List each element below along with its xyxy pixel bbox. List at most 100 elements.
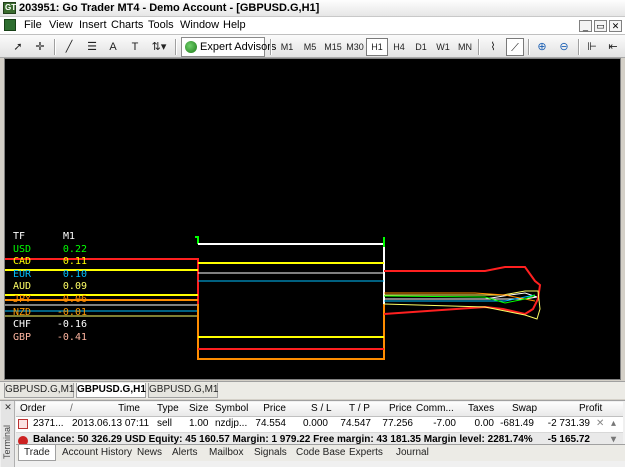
cell-size: 1.00 — [189, 418, 209, 429]
close-icon[interactable]: ✕ — [3, 403, 13, 413]
cell-time: 2013.06.13 07:11 — [72, 418, 150, 429]
menu-view[interactable]: View — [49, 19, 73, 31]
toolbar-separator — [478, 39, 479, 55]
scroll-up-icon[interactable]: ▴ — [611, 418, 616, 429]
close-order-icon[interactable]: ✕ — [596, 418, 604, 429]
tab-code-base[interactable]: Code Base — [296, 445, 345, 461]
tab-signals[interactable]: Signals — [254, 445, 287, 461]
strength-tf-value: M1 — [63, 231, 76, 242]
toolbar-separator — [270, 39, 271, 55]
zoom-in-icon[interactable]: ⊕ — [533, 38, 551, 56]
terminal-label: Terminal — [2, 424, 12, 459]
strength-row-chf: CHF -0.16 — [13, 319, 93, 332]
chart-window-icon[interactable] — [4, 19, 16, 31]
title-bar: 203951: Go Trader MT4 - Demo Account - [… — [0, 0, 625, 17]
currency-name: EUR — [13, 268, 32, 280]
currency-name: USD — [13, 243, 32, 255]
block-white-top — [198, 243, 385, 304]
toolbar: ➚ ✛ ╱ ☰ A T ⇅▾ Expert Advisors M1 M5 M15… — [0, 34, 625, 58]
close-button[interactable]: ✕ — [609, 20, 622, 32]
timeframe-h1[interactable]: H1 — [366, 38, 388, 56]
menu-file[interactable]: File — [24, 19, 42, 31]
strength-tf-label: TF — [13, 231, 26, 242]
timeframe-m5[interactable]: M5 — [299, 38, 321, 56]
expert-advisors-label: Expert Advisors — [200, 41, 277, 53]
strength-row-cad: CAD 0.11 — [13, 256, 93, 269]
trendline-icon[interactable]: ╱ — [60, 38, 78, 56]
autoscroll-icon[interactable]: ⇤ — [604, 38, 622, 56]
chart-tab-gbpusd-h1[interactable]: GBPUSD.G,H1 — [76, 383, 146, 398]
currency-value: -0.01 — [56, 306, 87, 318]
timeframe-m15[interactable]: M15 — [322, 38, 344, 56]
chart-shift-icon[interactable]: ⊩ — [583, 38, 601, 56]
tab-mailbox[interactable]: Mailbox — [209, 445, 243, 461]
timeframe-m1[interactable]: M1 — [276, 38, 298, 56]
restore-button[interactable]: ▭ — [594, 20, 607, 32]
menu-insert[interactable]: Insert — [79, 19, 107, 31]
col-tp[interactable]: T / P — [349, 403, 370, 414]
cell-type: sell — [157, 418, 173, 429]
chart-tab-gbpusd-m1-2[interactable]: GBPUSD.G,M1 — [148, 383, 218, 398]
toolbar-separator — [528, 39, 529, 55]
currency-strength-panel: TF M1 USD 0.22 CAD 0.11 EUR 0.10 AUD 0.09 JPY 0.0… — [13, 231, 93, 344]
timeframe-mn[interactable]: MN — [454, 38, 476, 56]
col-size[interactable]: Size — [189, 403, 208, 414]
cell-cur-price: 77.256 — [382, 418, 413, 429]
col-profit[interactable]: Profit — [579, 403, 602, 414]
table-row[interactable]: 2371... 2013.06.13 07:11 sell 1.00 nzdjp… — [16, 417, 623, 433]
text-label-icon[interactable]: T — [126, 38, 144, 56]
col-sort[interactable]: / — [70, 403, 73, 414]
col-order[interactable]: Order — [20, 403, 46, 414]
line-red-right — [383, 266, 542, 316]
toolbar-separator — [578, 39, 579, 55]
col-time[interactable]: Time — [104, 403, 140, 414]
menu-tools[interactable]: Tools — [148, 19, 174, 31]
menu-help[interactable]: Help — [223, 19, 246, 31]
chart-tab-gbpusd-m1[interactable]: GBPUSD.G,M1 — [4, 383, 74, 398]
chart-area[interactable]: TF M1 USD 0.22 CAD 0.11 EUR 0.10 AUD 0.09 JPY 0.0… — [4, 58, 621, 380]
line-green-spike — [195, 236, 199, 244]
col-symbol[interactable]: Symbol — [215, 403, 248, 414]
timeframe-d1[interactable]: D1 — [410, 38, 432, 56]
col-cur-price[interactable]: Price — [389, 403, 412, 414]
tab-journal[interactable]: Journal — [396, 445, 429, 461]
col-sl[interactable]: S / L — [311, 403, 332, 414]
timeframe-m30[interactable]: M30 — [344, 38, 366, 56]
cursor-icon[interactable]: ➚ — [9, 38, 27, 56]
minimize-button[interactable]: _ — [579, 20, 592, 32]
tab-trade[interactable]: Trade — [18, 445, 56, 461]
text-icon[interactable]: A — [104, 38, 122, 56]
col-taxes[interactable]: Taxes — [468, 403, 494, 414]
arrows-dropdown-icon[interactable]: ⇅▾ — [148, 38, 170, 56]
cell-order: 2371... — [33, 418, 64, 429]
chart-tab-bar: GBPUSD.G,M1 GBPUSD.G,H1 GBPUSD.G,M1 — [0, 381, 625, 399]
zoom-out-icon[interactable]: ⊖ — [555, 38, 573, 56]
timeframe-w1[interactable]: W1 — [432, 38, 454, 56]
order-icon — [18, 419, 28, 429]
line-chart-icon[interactable]: ⌇ — [484, 38, 502, 56]
tab-news[interactable]: News — [137, 445, 162, 461]
col-price[interactable]: Price — [256, 403, 286, 414]
timeframe-h4[interactable]: H4 — [388, 38, 410, 56]
crosshair-icon[interactable]: ✛ — [31, 38, 49, 56]
menu-charts[interactable]: Charts — [111, 19, 143, 31]
fibonacci-icon[interactable]: ☰ — [83, 38, 101, 56]
strength-row-usd: USD 0.22 — [13, 244, 93, 257]
col-swap[interactable]: Swap — [512, 403, 537, 414]
tab-account-history[interactable]: Account History — [62, 445, 132, 461]
menu-window[interactable]: Window — [180, 19, 219, 31]
currency-name: JPY — [13, 293, 32, 305]
cell-swap: -681.49 — [500, 418, 534, 429]
currency-name: CAD — [13, 256, 32, 268]
currency-value: 0.06 — [62, 293, 87, 305]
col-commission[interactable]: Comm... — [416, 403, 454, 414]
col-type[interactable]: Type — [157, 403, 179, 414]
strength-row-gbp: GBP -0.41 — [13, 332, 93, 345]
tab-experts[interactable]: Experts — [349, 445, 383, 461]
bar-chart-icon[interactable]: ⟋ — [506, 38, 524, 56]
currency-value: -0.16 — [56, 319, 87, 331]
terminal-sidebar: ✕ Terminal — [1, 401, 15, 467]
expert-advisors-button[interactable]: Expert Advisors — [181, 37, 276, 57]
chart-lines — [5, 236, 542, 360]
tab-alerts[interactable]: Alerts — [172, 445, 198, 461]
